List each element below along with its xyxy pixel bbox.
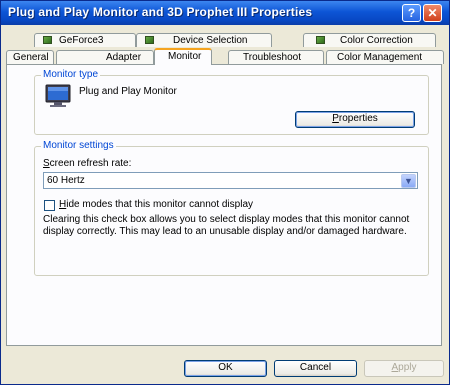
close-icon: ✕ — [427, 6, 438, 20]
tab-monitor[interactable]: Monitor — [154, 48, 212, 65]
refresh-rate-value: 60 Hertz — [47, 175, 85, 186]
tab-label: Color Management — [337, 52, 423, 63]
close-button[interactable]: ✕ — [423, 4, 442, 22]
monitor-name: Plug and Play Monitor — [79, 86, 177, 97]
properties-button[interactable]: Properties — [295, 111, 415, 128]
monitor-tab-panel: Monitor type Plug and Play Monitor Prope… — [6, 64, 442, 346]
tab-adapter[interactable]: Adapter — [56, 50, 154, 64]
apply-button[interactable]: Apply — [364, 360, 444, 377]
hide-modes-checkbox[interactable] — [44, 200, 55, 211]
tab-label: Monitor — [168, 51, 202, 62]
tab-color-management[interactable]: Color Management — [326, 50, 444, 64]
monitor-settings-group: Monitor settings Screen refresh rate: 60… — [34, 140, 429, 276]
properties-dialog: Plug and Play Monitor and 3D Prophet III… — [0, 0, 450, 385]
chevron-down-icon[interactable]: ▼ — [401, 174, 416, 188]
tab-troubleshoot[interactable]: Troubleshoot — [228, 50, 324, 64]
refresh-rate-label: Screen refresh rate: — [43, 158, 131, 169]
tab-label: GeForce3 — [59, 35, 104, 46]
group-legend: Monitor settings — [41, 140, 116, 152]
properties-label: roperties — [338, 113, 378, 124]
tab-label: General — [13, 52, 49, 63]
hide-modes-text: ide modes that this monitor cannot displ… — [66, 199, 254, 210]
refresh-rate-dropdown[interactable]: 60 Hertz ▼ — [43, 172, 418, 189]
warning-note: Clearing this check box allows you to se… — [43, 214, 410, 237]
apply-label: pply — [398, 362, 417, 373]
group-legend: Monitor type — [41, 69, 101, 81]
graphics-card-icon — [316, 36, 325, 44]
hide-modes-label[interactable]: Hide modes that this monitor cannot disp… — [59, 199, 253, 210]
tab-color-correction[interactable]: Color Correction — [303, 33, 436, 47]
help-icon: ? — [407, 6, 416, 20]
tab-label: Troubleshoot — [243, 52, 301, 63]
monitor-icon — [45, 84, 71, 107]
refresh-mnemonic: S — [43, 158, 50, 169]
window-title: Plug and Play Monitor and 3D Prophet III… — [8, 5, 313, 19]
ok-label: OK — [218, 362, 233, 373]
tab-label: Device Selection — [173, 35, 248, 46]
monitor-type-group: Monitor type Plug and Play Monitor Prope… — [34, 69, 429, 135]
tab-device-selection[interactable]: Device Selection — [136, 33, 272, 47]
tab-row-bottom: General Adapter Monitor Troubleshoot Col… — [6, 48, 444, 65]
tab-row-top: GeForce3 Device Selection Color Correcti… — [6, 33, 444, 47]
title-bar[interactable]: Plug and Play Monitor and 3D Prophet III… — [1, 1, 449, 25]
refresh-label-text: creen refresh rate: — [49, 158, 132, 169]
tab-general[interactable]: General — [6, 50, 54, 64]
graphics-card-icon — [145, 36, 154, 44]
properties-mnemonic: P — [332, 113, 339, 124]
tab-geforce3[interactable]: GeForce3 — [34, 33, 136, 47]
cancel-label: Cancel — [299, 362, 332, 373]
graphics-card-icon — [43, 36, 52, 44]
help-button[interactable]: ? — [402, 4, 421, 22]
tab-label: Adapter — [106, 52, 142, 63]
tab-label: Color Correction — [340, 35, 413, 46]
cancel-button[interactable]: Cancel — [274, 360, 357, 377]
ok-button[interactable]: OK — [184, 360, 267, 377]
